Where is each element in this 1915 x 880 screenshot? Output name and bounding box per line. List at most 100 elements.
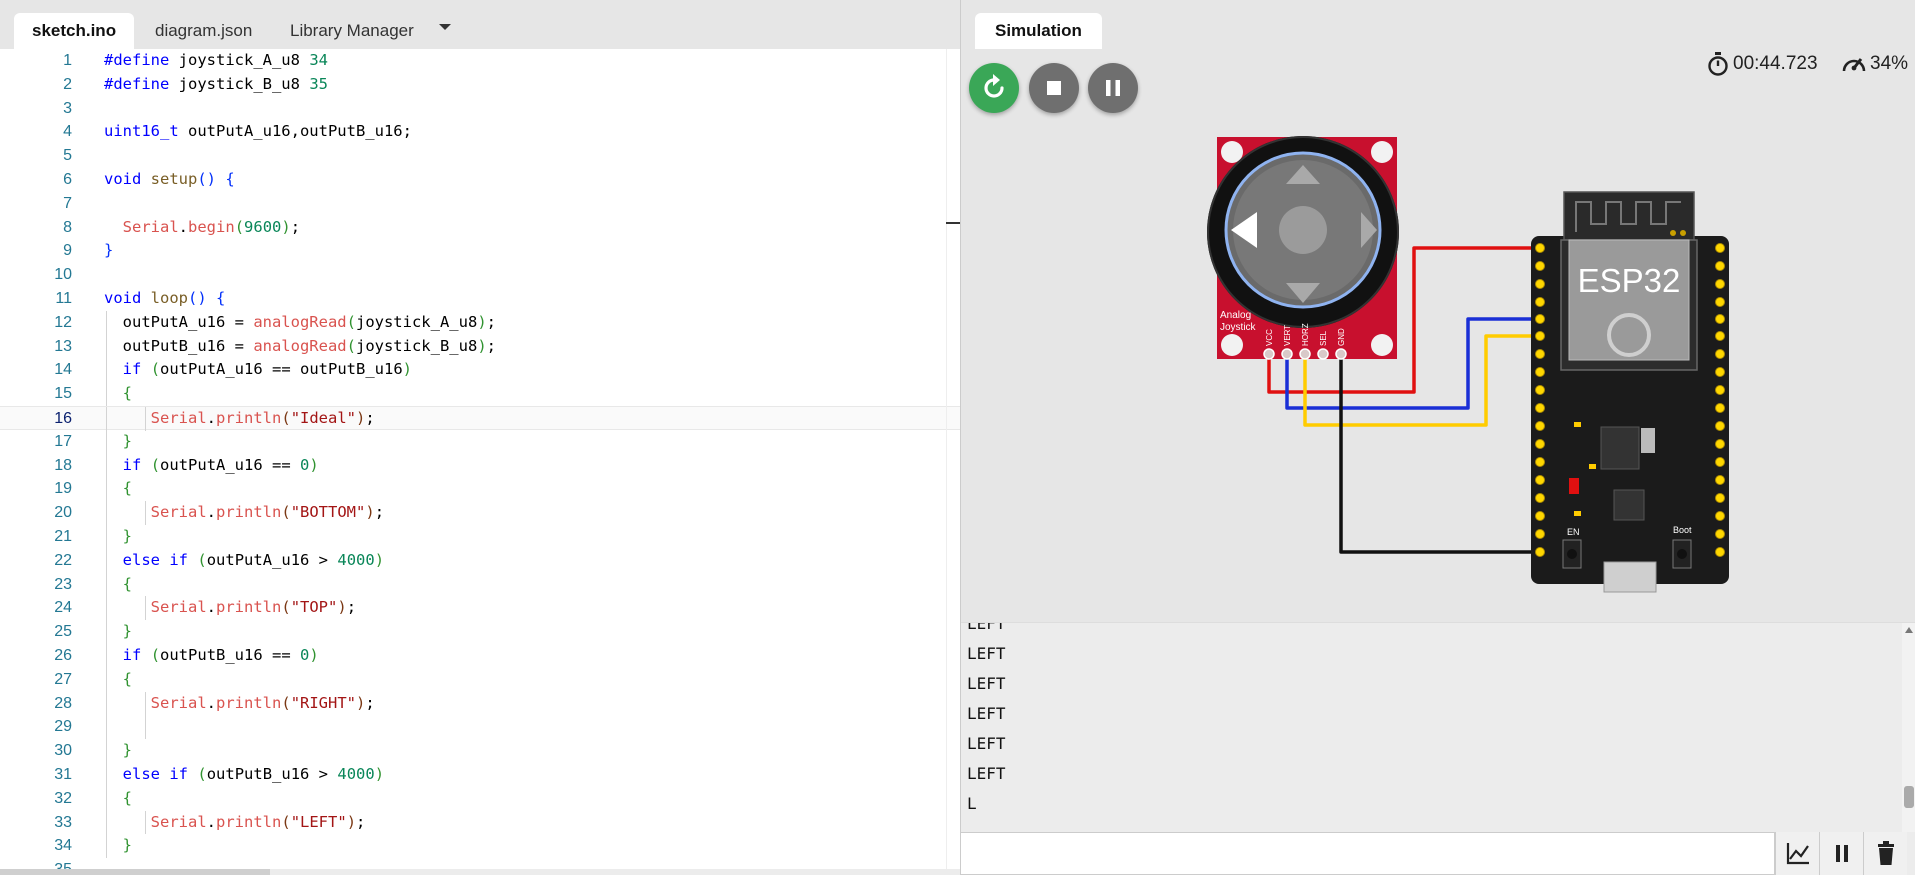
editor-horizontal-scroll-thumb[interactable]: [0, 869, 270, 875]
code-line[interactable]: 17 }: [0, 429, 960, 454]
code-line[interactable]: 5: [0, 144, 960, 168]
code-text[interactable]: }: [104, 620, 132, 644]
code-line[interactable]: 19 {: [0, 477, 960, 502]
code-text[interactable]: if (outPutA_u16 == 0): [104, 454, 319, 478]
line-number: 16: [54, 410, 72, 427]
code-line[interactable]: 2 #define joystick_B_u8 35: [0, 73, 960, 97]
tab-simulation[interactable]: Simulation: [975, 13, 1102, 49]
code-line[interactable]: 26 if (outPutB_u16 == 0): [0, 644, 960, 668]
indent-guide: [106, 453, 107, 478]
code-line[interactable]: 3: [0, 97, 960, 121]
pause-simulation-button[interactable]: [1088, 63, 1138, 113]
code-line[interactable]: 31 else if (outPutB_u16 > 4000): [0, 763, 960, 787]
code-text[interactable]: Serial.println("BOTTOM");: [104, 501, 384, 525]
code-line[interactable]: 22 else if (outPutA_u16 > 4000): [0, 548, 960, 573]
code-line[interactable]: 33 Serial.println("LEFT");: [0, 810, 960, 835]
serial-monitor-output[interactable]: LEFT LEFT LEFT LEFT LEFT LEFT L: [961, 622, 1915, 832]
code-text[interactable]: outPutA_u16 = analogRead(joystick_A_u8);: [104, 311, 496, 335]
serial-pause-button[interactable]: [1819, 832, 1863, 875]
code-line[interactable]: 16 Serial.println("Ideal");: [0, 406, 960, 431]
code-line[interactable]: 28 Serial.println("RIGHT");: [0, 691, 960, 716]
code-text[interactable]: outPutB_u16 = analogRead(joystick_B_u8);: [104, 335, 496, 359]
code-text[interactable]: {: [104, 477, 132, 501]
serial-scrollbar[interactable]: [1902, 623, 1915, 832]
code-text[interactable]: {: [104, 573, 132, 597]
code-line[interactable]: 11 void loop() {: [0, 287, 960, 311]
circuit-canvas[interactable]: Analog Joystick VCC VERT HORZ SEL GND ES…: [961, 120, 1915, 620]
code-line[interactable]: 27 {: [0, 667, 960, 692]
code-line[interactable]: 7: [0, 192, 960, 216]
code-text[interactable]: {: [104, 382, 132, 406]
code-line[interactable]: 4 uint16_t outPutA_u16,outPutB_u16;: [0, 120, 960, 144]
line-number: 23: [54, 575, 72, 593]
code-line[interactable]: 20 Serial.println("BOTTOM");: [0, 501, 960, 525]
code-text[interactable]: }: [104, 525, 132, 549]
serial-scroll-thumb[interactable]: [1904, 786, 1914, 808]
code-text[interactable]: Serial.println("TOP");: [104, 596, 356, 620]
code-line[interactable]: 1 #define joystick_A_u8 34: [0, 49, 960, 73]
code-text[interactable]: }: [104, 834, 132, 858]
serial-plotter-button[interactable]: [1775, 832, 1819, 875]
code-line[interactable]: 6 void setup() {: [0, 168, 960, 192]
code-line[interactable]: 15 {: [0, 382, 960, 406]
clear-serial-button[interactable]: [1863, 832, 1907, 875]
code-line[interactable]: 24 Serial.println("TOP");: [0, 596, 960, 621]
tab-menu-dropdown-icon[interactable]: [436, 18, 452, 34]
code-text[interactable]: }: [104, 430, 132, 454]
code-text[interactable]: {: [104, 787, 132, 811]
code-text[interactable]: uint16_t outPutA_u16,outPutB_u16;: [104, 120, 412, 144]
code-line[interactable]: 29: [0, 715, 960, 740]
code-editor[interactable]: 1 #define joystick_A_u8 34 2 #define joysti…: [0, 49, 960, 875]
serial-input[interactable]: [961, 832, 1775, 875]
code-text[interactable]: }: [104, 739, 132, 763]
indent-guide: [106, 667, 107, 692]
code-text[interactable]: {: [104, 668, 132, 692]
code-text[interactable]: void setup() {: [104, 168, 235, 192]
en-label: EN: [1567, 527, 1580, 537]
chart-line-icon: [1786, 843, 1809, 865]
editor-vertical-scrollbar[interactable]: [946, 49, 960, 869]
code-text[interactable]: }: [104, 239, 113, 263]
editor-scroll-position-mark: [946, 222, 960, 224]
code-line[interactable]: 25 }: [0, 620, 960, 644]
scroll-up-arrow-icon[interactable]: [1905, 627, 1913, 633]
code-line[interactable]: 34 }: [0, 834, 960, 859]
code-line[interactable]: 18 if (outPutA_u16 == 0): [0, 453, 960, 478]
code-line[interactable]: 32 {: [0, 786, 960, 811]
code-text[interactable]: void loop() {: [104, 287, 225, 311]
esp32-board[interactable]: ESP32 EN Boot: [1531, 191, 1729, 593]
code-text[interactable]: #define joystick_B_u8 35: [104, 73, 328, 97]
code-line[interactable]: 10: [0, 263, 960, 287]
code-line[interactable]: 30 }: [0, 739, 960, 763]
code-text[interactable]: #define joystick_A_u8 34: [104, 49, 328, 73]
editor-horizontal-scrollbar[interactable]: [0, 869, 960, 875]
joystick-pin-sel: SEL: [1319, 330, 1328, 346]
code-line[interactable]: 9}: [0, 239, 960, 263]
code-text[interactable]: else if (outPutB_u16 > 4000): [104, 763, 384, 787]
code-line[interactable]: 21 }: [0, 525, 960, 549]
indent-guide: [106, 548, 107, 573]
code-line[interactable]: 23 {: [0, 572, 960, 597]
tab-library-manager[interactable]: Library Manager: [272, 13, 432, 49]
code-text[interactable]: if (outPutB_u16 == 0): [104, 644, 319, 668]
indent-guide: [145, 407, 146, 431]
code-line[interactable]: 8 Serial.begin(9600);: [0, 216, 960, 240]
line-number: 25: [54, 623, 72, 641]
code-line[interactable]: 12 outPutA_u16 = analogRead(joystick_A_u…: [0, 310, 960, 335]
line-number: 7: [63, 194, 72, 212]
code-text[interactable]: Serial.println("LEFT");: [104, 811, 366, 835]
tab-sketch-ino[interactable]: sketch.ino: [14, 13, 135, 49]
line-number: 6: [63, 171, 72, 188]
line-number: 29: [54, 718, 72, 736]
analog-joystick[interactable]: Analog Joystick VCC VERT HORZ SEL GND: [1207, 136, 1399, 360]
code-text[interactable]: else if (outPutA_u16 > 4000): [104, 549, 384, 573]
code-line[interactable]: 13 outPutB_u16 = analogRead(joystick_B_u…: [0, 334, 960, 359]
code-text[interactable]: if (outPutA_u16 == outPutB_u16): [104, 358, 412, 382]
stop-simulation-button[interactable]: [1029, 63, 1079, 113]
restart-simulation-button[interactable]: [969, 63, 1019, 113]
indent-guide: [106, 572, 107, 597]
code-line[interactable]: 14 if (outPutA_u16 == outPutB_u16): [0, 358, 960, 383]
tab-diagram-json[interactable]: diagram.json: [137, 13, 270, 49]
serial-input-row: [961, 832, 1915, 875]
code-text[interactable]: Serial.begin(9600);: [104, 216, 300, 240]
